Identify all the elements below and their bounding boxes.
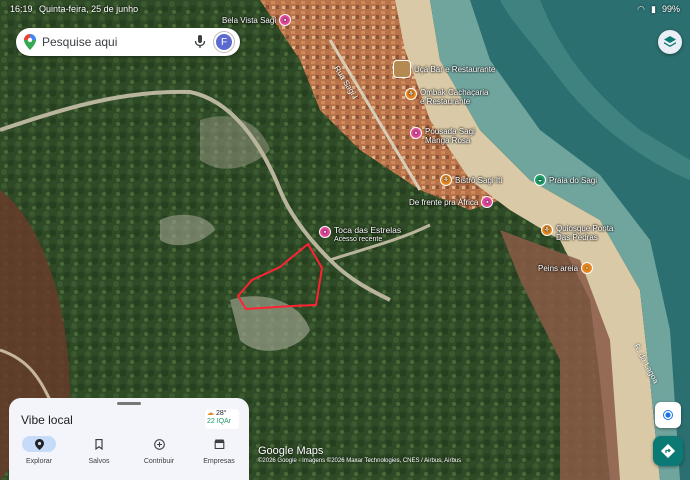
- hotel-icon: ▪: [481, 196, 494, 208]
- poi-quiosque-ponta[interactable]: ⚘ Quiosque Ponta Das Pedras: [541, 224, 613, 242]
- weather-badge[interactable]: ☁ 28° 22 IQAr: [205, 409, 239, 429]
- search-input[interactable]: Pesquise aqui: [42, 35, 194, 49]
- poi-label: De frente pra África: [409, 198, 479, 207]
- poi-de-frente-pra-africa[interactable]: De frente pra África ▪: [409, 196, 494, 208]
- poi-toca-das-estrelas[interactable]: ▪ Toca das Estrelas Acesso recente: [319, 226, 401, 244]
- tab-contribuir[interactable]: Contribuir: [129, 434, 189, 474]
- status-battery: 99%: [661, 4, 680, 14]
- cloud-sun-icon: ☁: [207, 410, 214, 417]
- restaurant-icon: ⚘: [440, 174, 452, 186]
- tab-label: Empresas: [203, 458, 235, 465]
- restaurant-icon: ⚘: [405, 88, 417, 100]
- poi-label: Praia do Sagi: [549, 176, 598, 185]
- sheet-title: Vibe local: [21, 413, 73, 427]
- shop-icon: ▫: [581, 262, 594, 274]
- bottom-sheet[interactable]: Vibe local ☁ 28° 22 IQAr Explorar Salvos…: [9, 398, 249, 480]
- my-location-button[interactable]: [655, 402, 681, 428]
- status-time: 16:19: [10, 4, 33, 14]
- add-icon: [142, 436, 176, 452]
- maps-pin-logo-icon: [24, 34, 36, 50]
- microphone-icon[interactable]: [194, 35, 206, 49]
- status-date: Quinta-feira, 25 de junho: [39, 4, 139, 14]
- hotel-icon: ▪: [319, 226, 331, 238]
- poi-label: Ombak Cachaçaria e Restaurante: [420, 88, 489, 106]
- poi-label: Bela Vista Sagi: [222, 16, 277, 25]
- poi-peins-areia[interactable]: Peins areia ▫: [538, 262, 594, 274]
- map-attribution[interactable]: ©2026 Google · Imagens ©2026 Maxar Techn…: [258, 458, 461, 464]
- status-bar: 16:19 Quinta-feira, 25 de junho ◠ ▮ 99%: [0, 0, 690, 18]
- poi-praia-do-sagi[interactable]: ◒ Praia do Sagi: [534, 174, 597, 186]
- bookmark-icon: [82, 436, 116, 452]
- poi-label: Quiosque Ponta Das Pedras: [556, 224, 614, 242]
- tab-label: Contribuir: [143, 458, 175, 465]
- poi-label: Bistrô Sagi Iti: [455, 176, 503, 185]
- tab-salvos[interactable]: Salvos: [69, 434, 129, 474]
- poi-bistro-sagi[interactable]: ⚘ Bistrô Sagi Iti: [440, 174, 502, 186]
- search-bar[interactable]: Pesquise aqui F: [16, 28, 240, 56]
- weather-aqi: 22 IQAr: [207, 418, 232, 425]
- store-icon: [202, 436, 236, 452]
- poi-uca-bar[interactable]: Uçá Bar e Restaurante: [393, 60, 495, 78]
- google-maps-logo: Google Maps: [258, 445, 324, 457]
- beach-icon: ◒: [534, 174, 546, 186]
- my-location-icon: [663, 410, 673, 420]
- restaurant-icon: ⚘: [541, 224, 553, 236]
- poi-label: Toca das Estrelas: [334, 225, 402, 235]
- tab-explorar[interactable]: Explorar: [9, 434, 69, 474]
- poi-label: Uçá Bar e Restaurante: [414, 64, 496, 74]
- poi-bela-vista-sagi[interactable]: Bela Vista Sagi ▪: [222, 14, 292, 26]
- poi-ombak[interactable]: ⚘ Ombak Cachaçaria e Restaurante: [405, 88, 488, 106]
- poi-pousada-sagi[interactable]: ▪ Pousada Sagi Manga Rosa: [410, 127, 475, 145]
- poi-label: Pousada Sagi Manga Rosa: [425, 127, 475, 145]
- explore-icon: [22, 436, 56, 452]
- avatar[interactable]: F: [214, 32, 234, 52]
- directions-button[interactable]: [653, 436, 683, 466]
- weather-temp: 28°: [215, 410, 227, 417]
- hotel-icon: ▪: [279, 14, 292, 26]
- wifi-icon: ◠: [637, 3, 646, 14]
- bottom-nav: Explorar Salvos Contribuir Empresas: [9, 434, 249, 474]
- layers-icon: [664, 36, 676, 47]
- hotel-icon: ▪: [410, 127, 422, 139]
- sheet-drag-handle[interactable]: [117, 402, 141, 405]
- directions-icon: [661, 444, 675, 458]
- tab-label: Salvos: [88, 458, 110, 465]
- photo-thumbnail: [393, 60, 411, 78]
- poi-label: Peins areia: [538, 264, 579, 273]
- layers-button[interactable]: [658, 30, 682, 54]
- poi-sublabel: Acesso recente: [334, 236, 383, 243]
- tab-label: Explorar: [25, 458, 53, 465]
- tab-empresas[interactable]: Empresas: [189, 434, 249, 474]
- battery-icon: ▮: [651, 3, 656, 14]
